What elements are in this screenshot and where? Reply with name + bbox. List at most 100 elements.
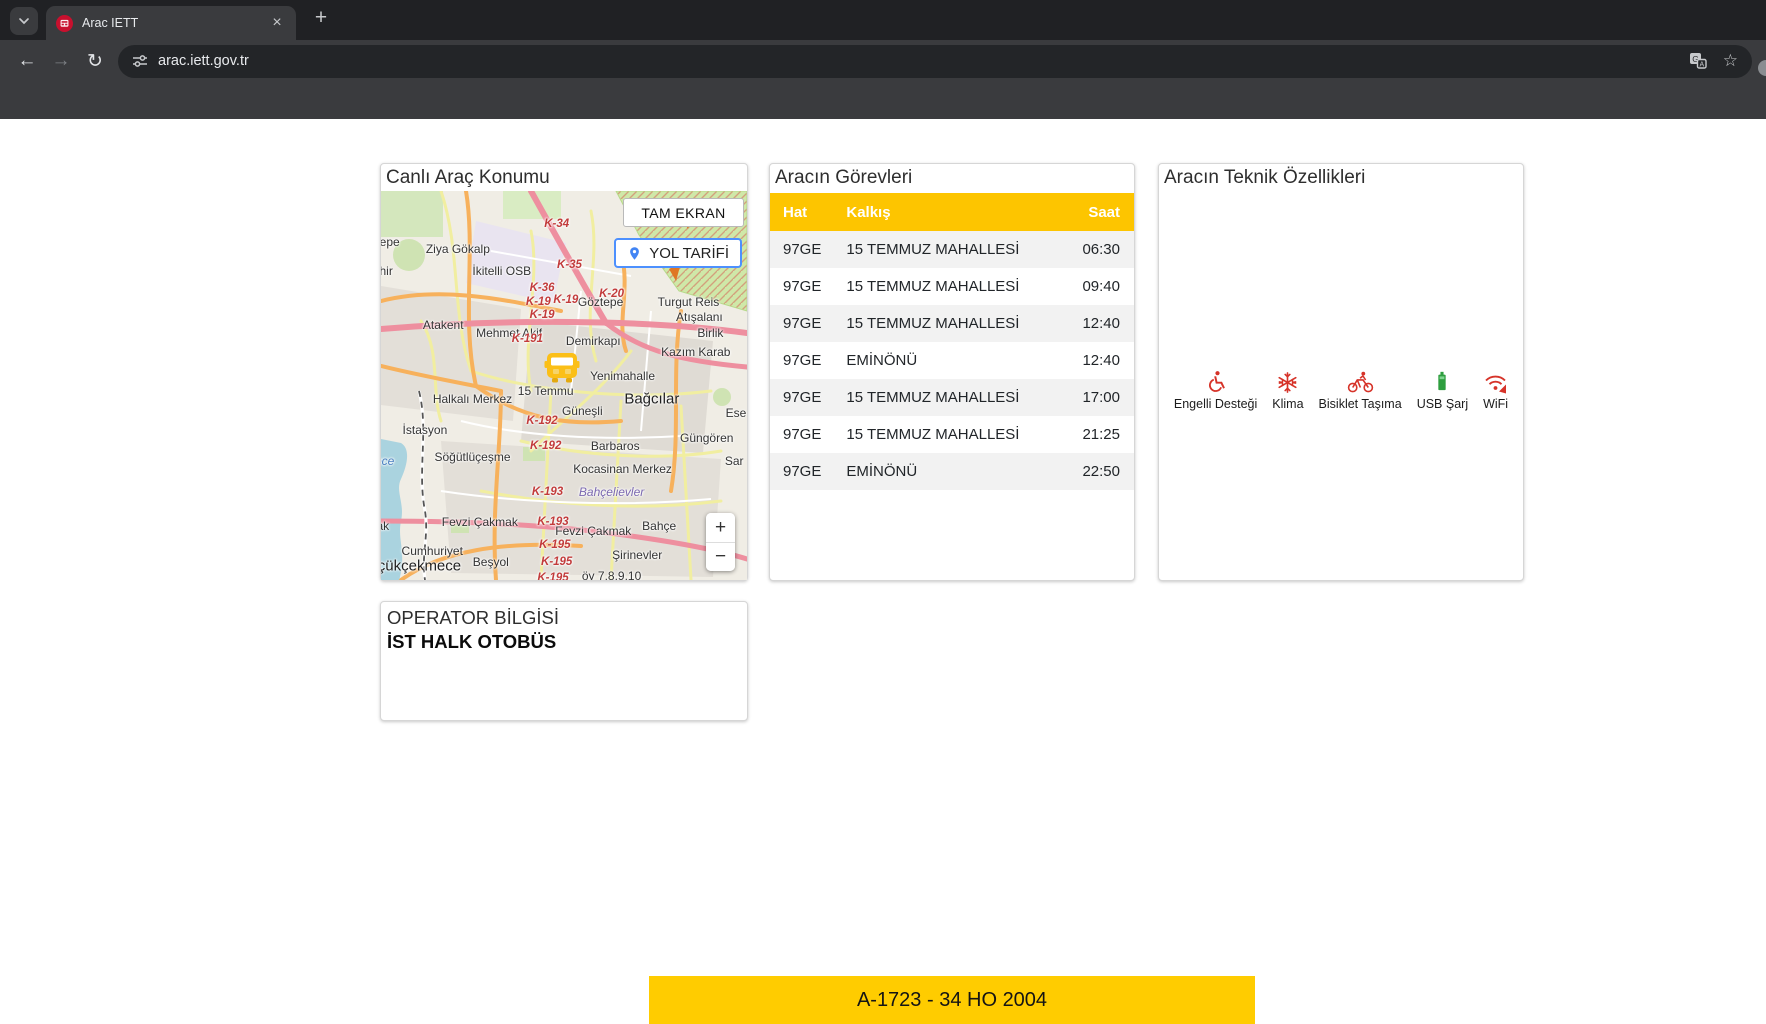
map-label: 15 Temmu (518, 384, 574, 398)
map-label: Güngören (680, 431, 733, 445)
map-label: Demirkapı (566, 334, 621, 348)
task-cell-saat: 17:00 (1056, 379, 1134, 416)
task-row: 97GE15 TEMMUZ MAHALLESİ06:30 (770, 231, 1134, 268)
zoom-out-button[interactable]: − (706, 542, 735, 571)
tasks-table-body: 97GE15 TEMMUZ MAHALLESİ06:3097GE15 TEMMU… (770, 231, 1134, 490)
task-cell-kalkis: EMİNÖNÜ (833, 453, 1056, 490)
map-label: K-19 (526, 296, 551, 308)
task-row: 97GEEMİNÖNÜ12:40 (770, 342, 1134, 379)
map-label: Söğütlüçeşme (434, 450, 510, 464)
map-label: Sar (725, 454, 744, 468)
task-cell-saat: 12:40 (1056, 305, 1134, 342)
map-label: K-35 (557, 259, 582, 271)
live-location-card: Canlı Araç Konumu (380, 163, 748, 581)
tasks-table-header: Hat Kalkış Saat (770, 193, 1134, 231)
vehicle-id-label: A-1723 - 34 HO 2004 (857, 989, 1047, 1012)
chevron-down-icon (18, 15, 30, 27)
map-label: K-191 (512, 333, 543, 345)
operator-info-card: OPERATOR BİLGİSİ İST HALK OTOBÜS (380, 601, 748, 721)
map-label: Fevzi Çakmak (442, 515, 518, 529)
map-label: K-195 (537, 572, 568, 580)
bookmark-star-icon[interactable]: ☆ (1723, 51, 1738, 71)
tab-title: Arac IETT (82, 16, 268, 30)
map-label: Halkalı Merkez (433, 392, 512, 406)
browser-tab[interactable]: Arac IETT × (46, 6, 296, 40)
directions-button-label: YOL TARİFİ (649, 245, 729, 262)
map-label: Küçükçekmece (381, 558, 461, 575)
url-text[interactable]: arac.iett.gov.tr (158, 53, 1689, 69)
map-label: Atakent (423, 318, 464, 332)
map-label: Bahçe (642, 519, 676, 533)
feature-bicycle: Bisiklet Taşıma (1319, 371, 1402, 411)
map-label: K-19 (530, 309, 555, 321)
map-label: K-192 (530, 440, 561, 452)
map-label: Birlik (697, 326, 723, 340)
map-label: K-193 (532, 486, 563, 498)
feature-battery: USB Şarj (1417, 368, 1468, 411)
map-label: ak (381, 519, 389, 533)
reload-icon[interactable]: ↻ (78, 44, 112, 78)
map-label: Güneşli (562, 404, 603, 418)
directions-button[interactable]: YOL TARİFİ (614, 238, 742, 268)
operator-card-title: OPERATOR BİLGİSİ (387, 606, 741, 629)
new-tab-button[interactable]: + (308, 6, 334, 32)
bicycle-icon (1347, 371, 1374, 394)
map-label: Yenimahalle (590, 369, 655, 383)
map-label: K-34 (544, 218, 569, 230)
browser-chrome: Arac IETT × + ← → ↻ arac.iett.gov.tr GA … (0, 0, 1766, 119)
map[interactable]: ntepeehirZiya Gökalpİkitelli OSBGöztepeA… (381, 191, 747, 580)
task-row: 97GE15 TEMMUZ MAHALLESİ17:00 (770, 379, 1134, 416)
location-pin-icon (627, 246, 642, 261)
vehicle-id-banner: A-1723 - 34 HO 2004 (649, 976, 1255, 1024)
task-cell-hat: 97GE (770, 453, 833, 490)
map-label: Turgut Reis (658, 295, 720, 309)
task-cell-hat: 97GE (770, 416, 833, 453)
task-cell-saat: 06:30 (1056, 231, 1134, 268)
back-icon[interactable]: ← (10, 44, 44, 78)
map-label: K-36 (530, 282, 555, 294)
task-row: 97GEEMİNÖNÜ22:50 (770, 453, 1134, 490)
address-bar[interactable]: arac.iett.gov.tr GA ☆ (118, 45, 1752, 78)
task-cell-kalkis: 15 TEMMUZ MAHALLESİ (833, 379, 1056, 416)
bus-marker-icon[interactable] (544, 352, 580, 384)
tech-specs-card: Aracın Teknik Özellikleri Engelli Desteğ… (1158, 163, 1524, 581)
feature-label: Engelli Desteği (1174, 397, 1257, 411)
operator-name: İST HALK OTOBÜS (387, 630, 741, 654)
tab-search-button[interactable] (10, 7, 38, 35)
map-label: K-195 (541, 556, 572, 568)
map-label: ehir (381, 264, 393, 278)
translate-icon[interactable]: GA (1689, 52, 1707, 70)
task-row: 97GE15 TEMMUZ MAHALLESİ09:40 (770, 268, 1134, 305)
task-row: 97GE15 TEMMUZ MAHALLESİ12:40 (770, 305, 1134, 342)
zoom-in-button[interactable]: + (706, 513, 735, 542)
map-label: Barbaros (591, 439, 640, 453)
column-header-kalkis: Kalkış (833, 193, 1056, 231)
map-label: Beşyol (473, 555, 509, 569)
features-row: Engelli Desteği Klima Bisiklet Taşıma USB Ş… (1159, 368, 1523, 411)
column-header-hat: Hat (770, 193, 833, 231)
tasks-card-title: Aracın Görevleri (770, 164, 1134, 191)
feature-label: Klima (1272, 397, 1303, 411)
svg-text:A: A (1699, 61, 1704, 68)
map-label: öy 7,8,9,10 (582, 569, 641, 580)
task-cell-hat: 97GE (770, 342, 833, 379)
tab-strip: Arac IETT × + (0, 0, 1766, 40)
battery-icon (1431, 368, 1453, 394)
feature-snowflake: Klima (1272, 371, 1303, 411)
map-label: Atışalanı (676, 310, 723, 324)
task-cell-hat: 97GE (770, 305, 833, 342)
site-settings-icon[interactable] (132, 53, 148, 69)
wheelchair-icon (1204, 370, 1228, 394)
map-label: Ese (726, 406, 747, 420)
vehicle-tasks-card: Aracın Görevleri Hat Kalkış Saat 97GE15 … (769, 163, 1135, 581)
tasks-table: Hat Kalkış Saat 97GE15 TEMMUZ MAHALLESİ0… (770, 193, 1134, 490)
forward-icon[interactable]: → (44, 44, 78, 78)
map-label: Kazım Karab (661, 345, 730, 359)
fullscreen-button[interactable]: TAM EKRAN (623, 198, 744, 227)
task-cell-hat: 97GE (770, 268, 833, 305)
map-label: Kocasinan Merkez (573, 462, 672, 476)
task-cell-kalkis: 15 TEMMUZ MAHALLESİ (833, 305, 1056, 342)
task-cell-hat: 97GE (770, 231, 833, 268)
task-cell-kalkis: 15 TEMMUZ MAHALLESİ (833, 416, 1056, 453)
tab-close-icon[interactable]: × (268, 14, 286, 32)
